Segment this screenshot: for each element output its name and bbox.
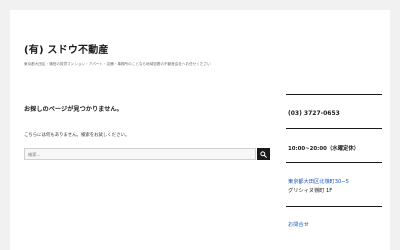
search-icon	[260, 150, 267, 158]
page-container: (有) スドウ不動産 東京都大田区・蒲田の賃貸マンション・アパート・店舗・事務所…	[10, 10, 390, 250]
address-building: グリシィヌ嶺町 1F	[288, 188, 333, 194]
page-title: お探しのページが見つかりません。	[24, 106, 123, 113]
search-button[interactable]	[257, 148, 270, 160]
contact-link[interactable]: お問合せ	[288, 221, 309, 228]
search-input[interactable]	[24, 148, 256, 160]
widget-divider	[286, 128, 382, 130]
address-link[interactable]: 東京都大田区北嶺町30−5	[288, 178, 349, 185]
site-title[interactable]: (有) スドウ不動産	[24, 41, 109, 56]
widget-divider	[286, 94, 382, 96]
not-found-message: こちらには何もありません。検索をお試しください。	[24, 133, 130, 138]
phone-number: (03) 3727-0653	[288, 110, 340, 117]
widget-divider	[286, 206, 382, 208]
site-description: 東京都大田区・蒲田の賃貸マンション・アパート・店舗・事務所のことなら地域密着の不…	[24, 62, 211, 66]
widget-divider	[286, 162, 382, 164]
search-form	[24, 148, 270, 160]
business-hours: 10:00~20:00（水曜定休）	[288, 146, 360, 152]
